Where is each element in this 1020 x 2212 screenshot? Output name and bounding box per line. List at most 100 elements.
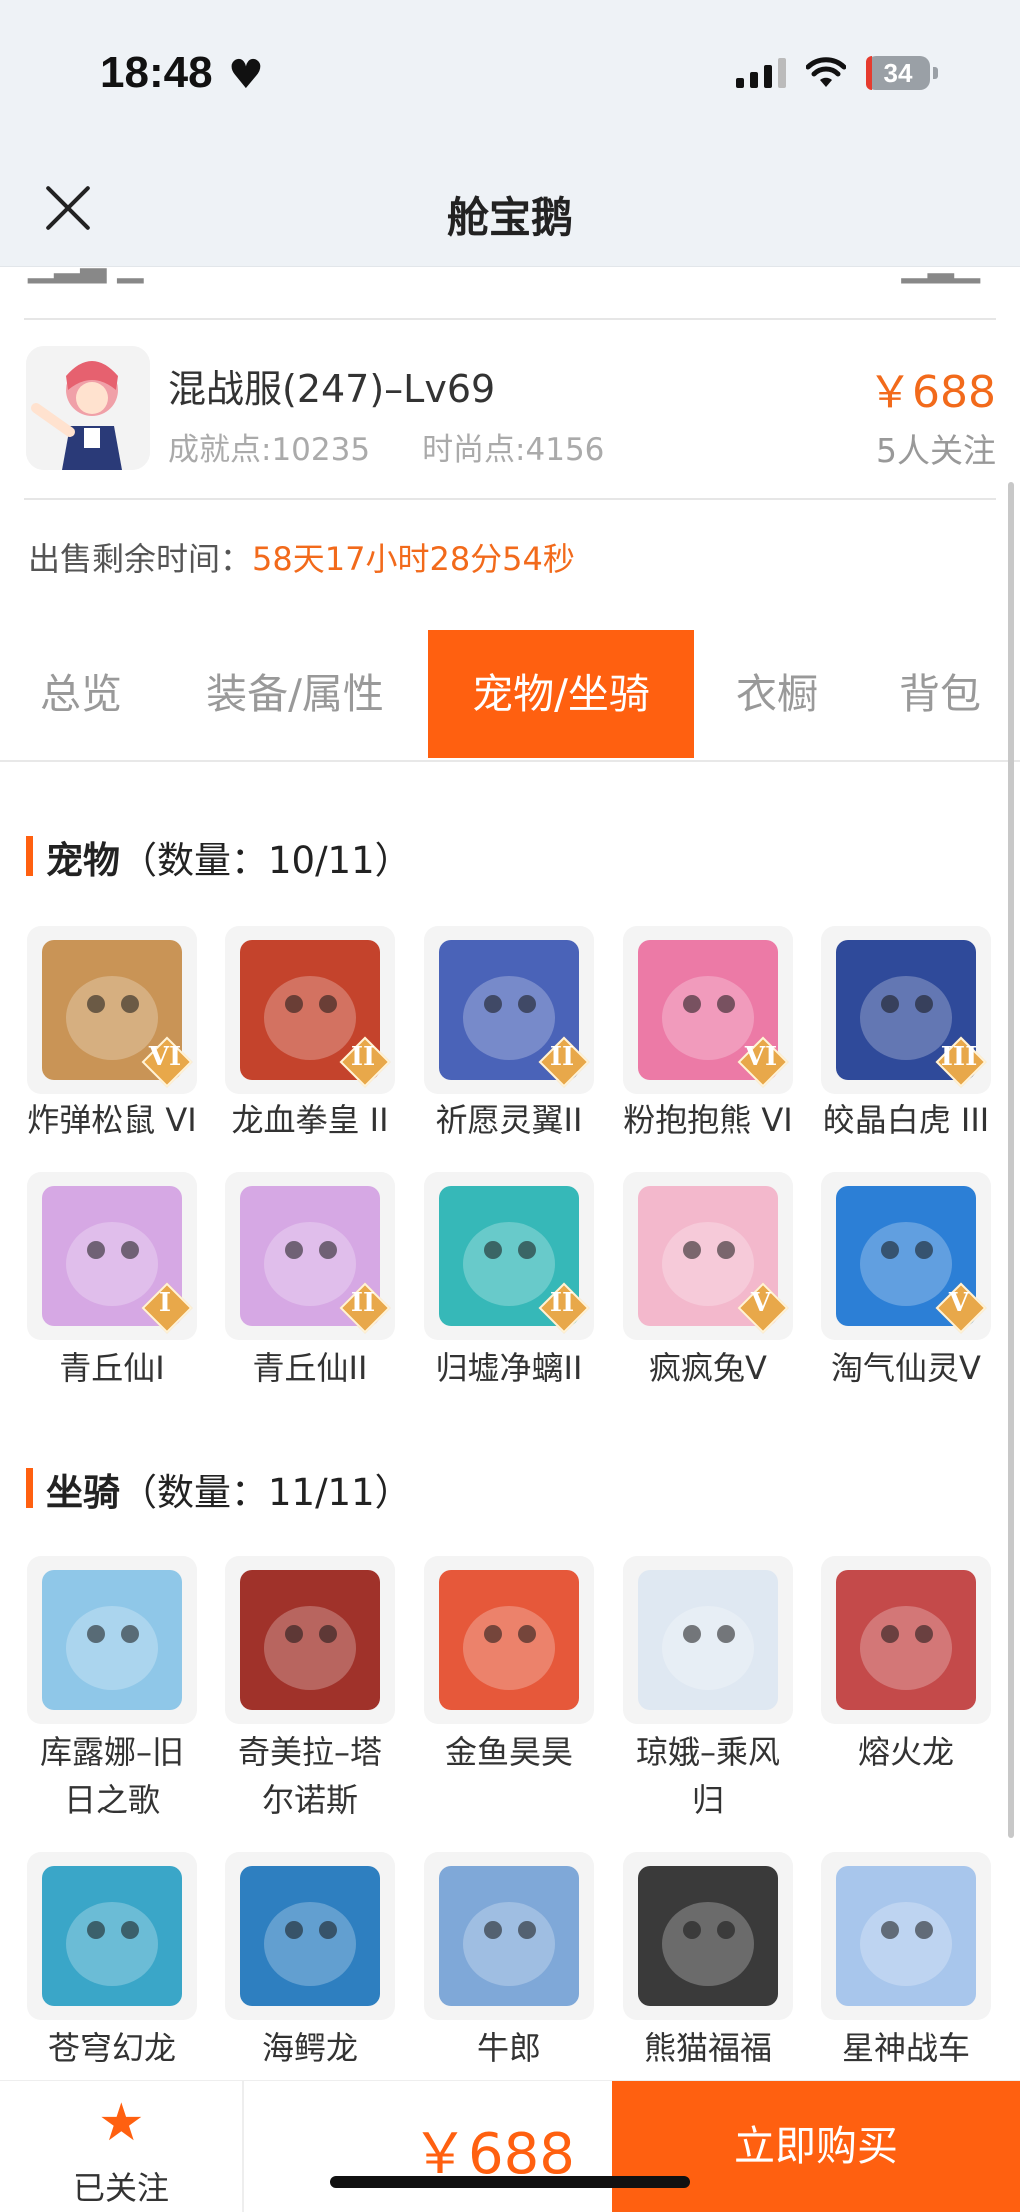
mount-image — [836, 1570, 976, 1710]
pet-name: 青丘仙II — [252, 1349, 368, 1387]
divider — [24, 318, 996, 320]
scrollbar[interactable] — [1008, 482, 1014, 1838]
rank-numeral: V — [948, 1288, 970, 1318]
product-name: 混战服(247)–Lv69 — [168, 367, 496, 411]
character-avatar — [26, 346, 150, 470]
pets-title: 宠物 — [46, 839, 120, 882]
mount-tile[interactable] — [821, 1852, 991, 2020]
rank-badge-icon: V — [935, 1282, 987, 1334]
mount-image — [42, 1570, 182, 1710]
page-title: 舱宝鹅 — [446, 193, 573, 242]
pet-tile[interactable]: II — [424, 1172, 594, 1340]
signal-icon — [736, 58, 786, 88]
status-bar: 18:48 ♥ 34 — [0, 0, 1020, 150]
pets-count: （数量：10/11） — [120, 839, 412, 882]
mounts-section-title: 坐骑（数量：11/11） — [26, 1462, 412, 1516]
mount-name: 库露娜–旧日之歌 — [39, 1733, 184, 1819]
rank-badge-icon: II — [538, 1282, 590, 1334]
pet-tile[interactable]: I — [27, 1172, 197, 1340]
mount-tile[interactable] — [424, 1852, 594, 2020]
bottom-action-bar: ★ 已关注 ￥688 立即购买 — [0, 2080, 1020, 2212]
mount-image — [638, 1866, 778, 2006]
mount-tile[interactable] — [225, 1556, 395, 1724]
mount-name: 牛郎 — [476, 2029, 541, 2067]
rank-badge-icon: II — [339, 1282, 391, 1334]
pet-name: 青丘仙I — [59, 1349, 165, 1387]
divider — [24, 498, 996, 500]
mount-tile[interactable] — [623, 1556, 793, 1724]
mounts-count: （数量：11/11） — [120, 1471, 412, 1514]
mount-image — [638, 1570, 778, 1710]
mount-name: 奇美拉–塔尔诺斯 — [237, 1733, 382, 1819]
tab-pets-mounts[interactable]: 宠物/坐骑 — [428, 630, 694, 758]
rank-numeral: I — [158, 1288, 172, 1318]
achievement-points: 成就点:10235 — [168, 432, 371, 468]
product-stats: 成就点:10235 时尚点:4156 — [168, 424, 656, 469]
mount-tile[interactable] — [821, 1556, 991, 1724]
rank-badge-icon: III — [935, 1036, 987, 1088]
rank-numeral: II — [549, 1042, 575, 1072]
wifi-icon — [806, 57, 846, 87]
pet-tile[interactable]: V — [821, 1172, 991, 1340]
battery-level: 34 — [883, 57, 913, 88]
pet-name: 疯疯兔V — [649, 1349, 767, 1387]
mount-name: 金鱼昊昊 — [444, 1733, 573, 1771]
rank-numeral: VI — [148, 1042, 182, 1072]
pet-tile[interactable]: V — [623, 1172, 793, 1340]
pet-name: 皎晶白虎 III — [822, 1101, 990, 1139]
pet-name: 归墟净螭II — [435, 1349, 583, 1387]
status-icons: 34 — [736, 56, 938, 90]
mount-name: 熔火龙 — [857, 1733, 954, 1771]
mount-tile[interactable] — [424, 1556, 594, 1724]
rank-badge-icon: II — [538, 1036, 590, 1088]
heart-icon: ♥ — [228, 52, 264, 98]
tab-bar: 总览 装备/属性 宠物/坐骑 衣橱 背包 — [0, 630, 1020, 762]
tab-backpack[interactable]: 背包 — [860, 630, 1020, 758]
mount-image — [240, 1570, 380, 1710]
home-indicator — [330, 2176, 690, 2188]
pet-tile[interactable]: II — [424, 926, 594, 1094]
pet-tile[interactable]: III — [821, 926, 991, 1094]
pet-tile[interactable]: II — [225, 1172, 395, 1340]
pets-section-title: 宠物（数量：10/11） — [26, 830, 412, 884]
mount-name: 海鳄龙 — [261, 2029, 358, 2067]
follower-count: 5人关注 — [876, 431, 996, 470]
fashion-points: 时尚点:4156 — [422, 432, 605, 468]
mount-tile[interactable] — [623, 1852, 793, 2020]
mount-image — [836, 1866, 976, 2006]
product-summary[interactable]: 混战服(247)–Lv69 成就点:10235 时尚点:4156 ￥688 5人关… — [24, 344, 996, 472]
mount-name: 苍穹幻龙 — [47, 2029, 176, 2067]
tab-equipment[interactable]: 装备/属性 — [162, 630, 428, 758]
tab-overview[interactable]: 总览 — [0, 630, 162, 758]
follow-button[interactable]: ★ 已关注 — [0, 2081, 244, 2212]
sale-time-value: 58天17小时28分54秒 — [252, 540, 575, 578]
rank-badge-icon: V — [737, 1282, 789, 1334]
mount-name: 琼娥–乘风归 — [635, 1733, 780, 1819]
sale-time-label: 出售剩余时间： — [28, 540, 253, 578]
mounts-title: 坐骑 — [46, 1471, 120, 1514]
pet-tile[interactable]: VI — [27, 926, 197, 1094]
mount-image — [439, 1570, 579, 1710]
sale-time-remaining: 出售剩余时间：58天17小时28分54秒 — [28, 534, 575, 580]
rank-numeral: II — [350, 1042, 376, 1072]
pet-tile[interactable]: VI — [623, 926, 793, 1094]
pet-name: 淘气仙灵V — [831, 1349, 981, 1387]
star-icon: ★ — [98, 2093, 145, 2153]
pet-name: 龙血拳皇 II — [231, 1101, 389, 1139]
rank-badge-icon: VI — [737, 1036, 789, 1088]
buy-now-button[interactable]: 立即购买 — [612, 2081, 1020, 2212]
nav-bar: 舱宝鹅 — [0, 150, 1020, 267]
clipped-content: ▁▂▃ ▁▁▂▁ — [0, 266, 1020, 320]
tab-wardrobe[interactable]: 衣橱 — [694, 630, 860, 758]
rank-numeral: II — [350, 1288, 376, 1318]
mount-tile[interactable] — [27, 1852, 197, 2020]
mount-tile[interactable] — [27, 1556, 197, 1724]
pet-tile[interactable]: II — [225, 926, 395, 1094]
mount-tile[interactable] — [225, 1852, 395, 2020]
mount-image — [240, 1866, 380, 2006]
rank-numeral: III — [940, 1042, 978, 1072]
status-time: 18:48 — [100, 48, 213, 97]
battery-icon: 34 — [866, 56, 938, 90]
rank-numeral: II — [549, 1288, 575, 1318]
product-price: ￥688 — [868, 367, 996, 418]
